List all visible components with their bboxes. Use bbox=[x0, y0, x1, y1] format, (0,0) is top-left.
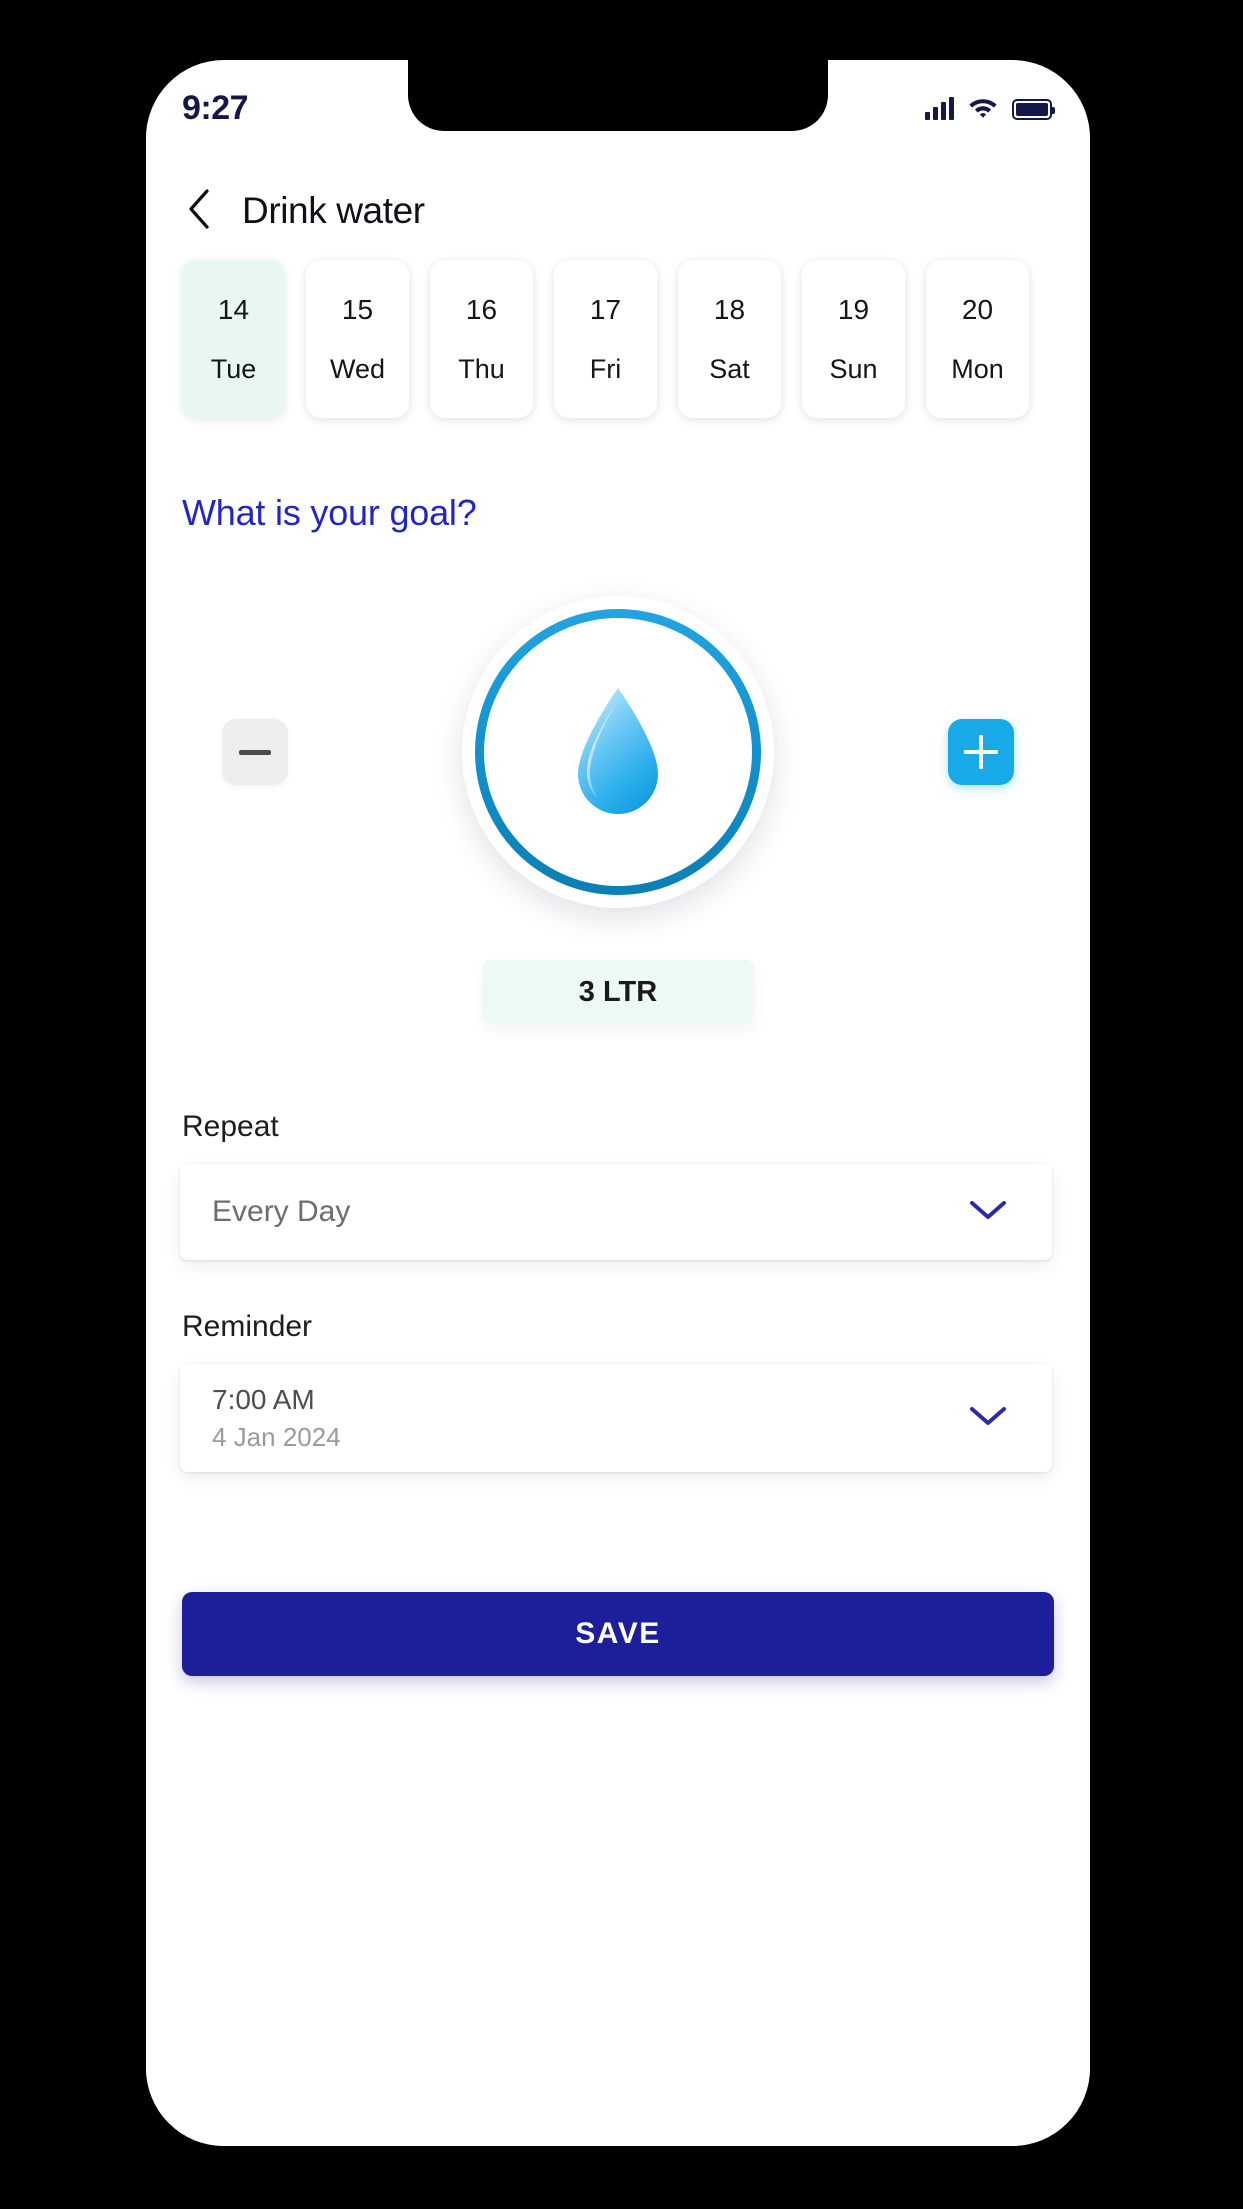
date-weekday: Sat bbox=[709, 353, 750, 384]
date-card-19[interactable]: 19 Sun bbox=[802, 260, 905, 418]
reminder-label: Reminder bbox=[182, 1310, 313, 1343]
wifi-icon bbox=[968, 95, 998, 123]
repeat-label: Repeat bbox=[182, 1110, 279, 1143]
plus-icon bbox=[964, 735, 998, 769]
date-number: 19 bbox=[837, 293, 870, 325]
date-card-17[interactable]: 17 Fri bbox=[554, 260, 657, 418]
chevron-down-icon[interactable] bbox=[968, 1404, 1008, 1433]
date-card-16[interactable]: 16 Thu bbox=[430, 260, 533, 418]
screenshot-root: 9:27 Drink water 14 Tue 15 Wed 16 Thu 17… bbox=[0, 0, 1243, 2209]
date-number: 14 bbox=[217, 293, 250, 325]
date-number: 17 bbox=[589, 293, 622, 325]
date-number: 20 bbox=[961, 293, 994, 325]
goal-stepper bbox=[146, 552, 1090, 952]
date-weekday: Sun bbox=[829, 353, 878, 384]
date-number: 18 bbox=[713, 293, 746, 325]
reminder-select[interactable]: 7:00 AM 4 Jan 2024 bbox=[180, 1364, 1052, 1472]
goal-heading: What is your goal? bbox=[182, 492, 477, 533]
date-card-14[interactable]: 14 Tue bbox=[182, 260, 285, 418]
repeat-select[interactable]: Every Day bbox=[180, 1164, 1052, 1260]
date-card-15[interactable]: 15 Wed bbox=[306, 260, 409, 418]
app-screen: Drink water 14 Tue 15 Wed 16 Thu 17 Fri … bbox=[146, 146, 1090, 2146]
date-number: 15 bbox=[341, 293, 374, 325]
minus-icon bbox=[239, 749, 271, 755]
date-weekday: Thu bbox=[458, 353, 505, 384]
save-button-container: SAVE bbox=[146, 1592, 1090, 1676]
app-bar: Drink water bbox=[146, 146, 1090, 250]
goal-value-chip: 3 LTR bbox=[482, 960, 754, 1024]
date-weekday: Mon bbox=[951, 353, 1004, 384]
status-icon-group bbox=[925, 95, 1055, 123]
reminder-value-stack: 7:00 AM 4 Jan 2024 bbox=[212, 1384, 341, 1453]
status-bar: 9:27 bbox=[146, 60, 1090, 146]
repeat-section: Repeat Every Day bbox=[146, 1110, 1090, 1260]
reminder-date: 4 Jan 2024 bbox=[212, 1421, 341, 1452]
chevron-left-icon bbox=[188, 188, 210, 234]
repeat-value: Every Day bbox=[212, 1195, 351, 1228]
reminder-section: Reminder 7:00 AM 4 Jan 2024 bbox=[146, 1310, 1090, 1472]
reminder-time: 7:00 AM bbox=[212, 1383, 315, 1415]
date-card-18[interactable]: 18 Sat bbox=[678, 260, 781, 418]
date-weekday: Wed bbox=[329, 353, 386, 384]
increment-button[interactable] bbox=[948, 719, 1014, 785]
date-card-20[interactable]: 20 Mon bbox=[926, 260, 1029, 418]
date-number: 16 bbox=[465, 293, 498, 325]
decrement-button[interactable] bbox=[222, 719, 288, 785]
water-droplet-icon bbox=[570, 686, 666, 818]
date-strip[interactable]: 14 Tue 15 Wed 16 Thu 17 Fri 18 Sat 19 Su… bbox=[146, 250, 1090, 440]
back-button[interactable] bbox=[182, 188, 216, 234]
signal-icon bbox=[925, 97, 954, 120]
battery-icon bbox=[1012, 98, 1055, 120]
status-time: 9:27 bbox=[182, 88, 249, 127]
date-weekday: Tue bbox=[210, 353, 257, 384]
dial-progress-ring bbox=[475, 609, 761, 895]
phone-frame: 9:27 Drink water 14 Tue 15 Wed 16 Thu 17… bbox=[146, 60, 1090, 2146]
dial-inner bbox=[484, 618, 752, 886]
page-title: Drink water bbox=[242, 190, 425, 231]
goal-dial[interactable] bbox=[462, 596, 774, 908]
chevron-down-icon[interactable] bbox=[968, 1198, 1008, 1227]
date-weekday: Fri bbox=[589, 353, 622, 384]
save-button[interactable]: SAVE bbox=[182, 1592, 1054, 1676]
